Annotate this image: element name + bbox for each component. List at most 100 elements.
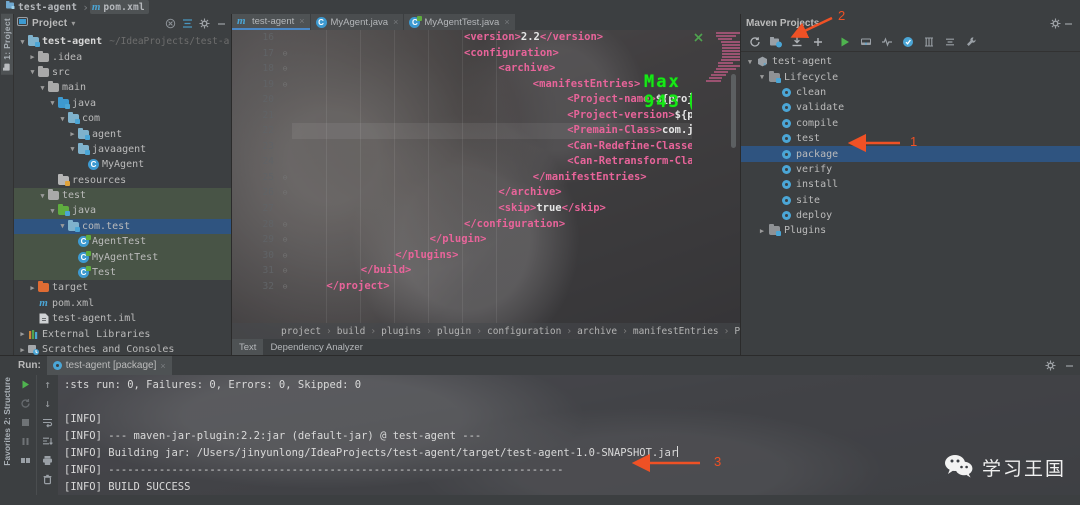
close-icon[interactable]: ×	[504, 17, 509, 27]
run-config-tab[interactable]: test-agent [package] ×	[46, 356, 172, 375]
chevron-right-icon[interactable]: ▶	[68, 130, 77, 138]
code-line[interactable]: </plugin>	[292, 232, 692, 248]
chevron-right-icon[interactable]: ▶	[18, 346, 27, 354]
project-tree-item-test-agent-iml[interactable]: test-agent.iml	[14, 311, 231, 326]
hide-panel-icon[interactable]	[215, 17, 228, 30]
fold-toggle-icon[interactable]: ⊖	[278, 46, 292, 62]
maven-tree-item-validate[interactable]: validate	[741, 100, 1080, 115]
chevron-right-icon[interactable]: ▶	[757, 227, 767, 235]
code-line[interactable]: </build>	[292, 263, 692, 279]
editor-tab-test-agent[interactable]: m test-agent ×	[232, 14, 310, 30]
project-tree-item-main[interactable]: ▼ main	[14, 80, 231, 95]
soft-wrap-icon[interactable]	[41, 416, 54, 429]
settings-gear-icon[interactable]	[1049, 17, 1062, 30]
inspection-ok-icon[interactable]	[694, 32, 703, 45]
chevron-down-icon[interactable]: ▼	[745, 58, 755, 66]
code-line[interactable]: </manifestEntries>	[292, 170, 692, 186]
code-view[interactable]: 16 17 18 19 20 21 22 23 24 25 26 27 28 29 30 31 32 ⊖ ⊖ ⊖ ⊖ ⊖…	[232, 30, 740, 323]
offline-mode-icon[interactable]	[901, 35, 914, 48]
close-icon[interactable]: ×	[299, 16, 304, 26]
project-tree-item-java[interactable]: ▼ java	[14, 96, 231, 111]
chevron-down-icon[interactable]: ▼	[18, 38, 27, 46]
settings-gear-icon[interactable]	[198, 17, 211, 30]
code-line[interactable]: </project>	[292, 279, 692, 295]
pause-icon[interactable]	[19, 435, 32, 448]
editor-tab-myagent-java[interactable]: C MyAgent.java ×	[310, 14, 404, 30]
code-line[interactable]: <skip>true</skip>	[292, 201, 692, 217]
breadcrumb-item-file[interactable]: m pom.xml	[89, 0, 149, 14]
project-tree-item-test[interactable]: C Test	[14, 264, 231, 281]
project-tree-item-scratches-and-consoles[interactable]: ▶ Scratches and Consoles	[14, 342, 231, 355]
chevron-down-icon[interactable]: ▾	[71, 19, 75, 28]
fold-toggle-icon[interactable]: ⊖	[278, 61, 292, 77]
close-icon[interactable]: ×	[393, 17, 398, 27]
maven-tree[interactable]: ▼ m test-agent ▼ Lifecycle clean validate compi…	[741, 52, 1080, 355]
editor-tab-bar[interactable]: m test-agent × C MyAgent.java × C MyAgentTest.j…	[232, 14, 740, 30]
add-maven-project-icon[interactable]	[769, 35, 782, 48]
up-arrow-icon[interactable]: ↑	[41, 378, 54, 391]
xml-breadcrumb-plugins[interactable]: plugins	[378, 326, 424, 337]
show-dependencies-icon[interactable]	[922, 35, 935, 48]
xml-breadcrumb-project[interactable]: project	[278, 326, 324, 337]
hide-panel-icon[interactable]	[1062, 17, 1075, 30]
sidebar-tab-favorites[interactable]: Favorites	[2, 428, 12, 466]
execute-goal-icon[interactable]: m	[859, 35, 872, 48]
fold-toggle-icon[interactable]: ⊖	[278, 263, 292, 279]
xml-breadcrumb-archive[interactable]: archive	[574, 326, 620, 337]
maven-tree-item-compile[interactable]: compile	[741, 116, 1080, 131]
down-arrow-icon[interactable]: ↓	[41, 397, 54, 410]
refresh-icon[interactable]	[748, 35, 761, 48]
xml-breadcrumb-plugin[interactable]: plugin	[434, 326, 474, 337]
project-tree-item-myagent[interactable]: C MyAgent	[14, 157, 231, 172]
project-tree-item-src[interactable]: ▼ src	[14, 65, 231, 80]
project-tree-item-resources[interactable]: resources	[14, 173, 231, 188]
code-line[interactable]: <Can-Retransform-Classes>true</Can-Retra…	[292, 154, 692, 170]
editor-bottom-tab-text[interactable]: Text	[232, 339, 264, 355]
project-tree-item-pom-xml[interactable]: m pom.xml	[14, 296, 231, 311]
code-text[interactable]: Max 943 0 <version>2.2</version><configu…	[292, 30, 692, 323]
scroll-to-end-icon[interactable]	[41, 435, 54, 448]
fold-toggle-icon[interactable]: ⊖	[278, 77, 292, 93]
maven-tree-item-verify[interactable]: verify	[741, 162, 1080, 177]
stop-icon[interactable]	[19, 416, 32, 429]
project-tree-item-com-test[interactable]: ▼ com.test	[14, 218, 231, 235]
settings-gear-icon[interactable]	[1044, 359, 1057, 372]
code-line[interactable]: <Premain-Class>com.javaagent.MyAgent</Pr…	[292, 123, 692, 139]
maven-toolbar[interactable]: m	[741, 32, 1080, 52]
project-tree-item-target[interactable]: ▶ target	[14, 280, 231, 295]
code-line[interactable]: <configuration>	[292, 46, 692, 62]
code-line[interactable]: <version>2.2</version>	[292, 30, 692, 46]
xml-breadcrumb-configuration[interactable]: configuration	[484, 326, 564, 337]
maven-tree-item-plugins[interactable]: ▶ Plugins	[741, 223, 1080, 238]
console-actions-toolbar[interactable]: ↑ ↓	[36, 375, 58, 495]
fold-toggle-icon[interactable]: ⊖	[278, 248, 292, 264]
code-minimap[interactable]	[692, 30, 740, 323]
fold-toggle-icon[interactable]: ⊖	[278, 217, 292, 233]
run-maven-build-icon[interactable]	[838, 35, 851, 48]
chevron-down-icon[interactable]: ▼	[48, 99, 57, 107]
maven-tree-item-site[interactable]: site	[741, 193, 1080, 208]
toggle-skip-tests-icon[interactable]	[880, 35, 893, 48]
sidebar-tab-structure[interactable]: 2: Structure	[2, 377, 12, 425]
maven-tree-item-deploy[interactable]: deploy	[741, 208, 1080, 223]
sidebar-tab-project[interactable]: 1: Project	[0, 14, 13, 75]
chevron-down-icon[interactable]: ▼	[757, 73, 767, 81]
collapse-all-icon[interactable]	[164, 17, 177, 30]
code-line[interactable]: <Can-Redefine-Classes>true</Can-Redefine…	[292, 139, 692, 155]
rerun-failed-tests-icon[interactable]	[19, 397, 32, 410]
xml-breadcrumb-bar[interactable]: project › build › plugins › plugin › configurati…	[232, 323, 740, 339]
chevron-down-icon[interactable]: ▼	[38, 192, 47, 200]
project-tree-item-javaagent[interactable]: ▼ javaagent	[14, 142, 231, 157]
project-tree[interactable]: ▼ test-agent ~/IdeaProjects/test-a ▶ .idea ▼ s…	[14, 32, 231, 355]
maven-tree-item-test-agent[interactable]: ▼ m test-agent	[741, 54, 1080, 69]
project-tree-item-test[interactable]: ▼ test	[14, 187, 231, 204]
chevron-right-icon[interactable]: ▶	[18, 330, 27, 338]
close-icon[interactable]: ×	[160, 361, 165, 371]
editor-scrollbar-thumb[interactable]	[731, 74, 736, 148]
expand-select-icon[interactable]	[181, 17, 194, 30]
breadcrumb-item-module[interactable]: test-agent	[4, 0, 81, 14]
project-tree-item-java[interactable]: ▼ java	[14, 203, 231, 219]
hide-panel-icon[interactable]	[1063, 359, 1076, 372]
code-line[interactable]: <archive>	[292, 61, 692, 77]
plus-icon[interactable]	[811, 35, 824, 48]
